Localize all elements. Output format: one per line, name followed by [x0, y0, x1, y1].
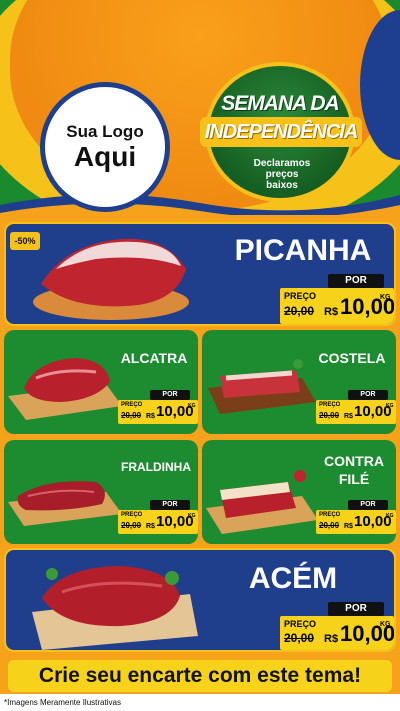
cta-banner[interactable]: Crie seu encarte com este tema!: [8, 660, 392, 692]
unit: KG: [380, 621, 391, 628]
preco-label: PREÇO: [319, 512, 341, 518]
costela-image: [208, 359, 316, 414]
preco-label: PREÇO: [121, 512, 143, 518]
footer-disclaimer: *Imagens Meramente Ilustrativas: [0, 694, 400, 711]
product-name-line1: CONTRA: [324, 453, 384, 469]
product-card-fraldinha[interactable]: FRALDINHA POR PREÇO 20,00 R$ 10,00 KG: [4, 440, 198, 544]
old-price: 20,00: [319, 411, 340, 420]
product-card-picanha[interactable]: PICANHA POR PREÇO 20,00 R$ 10,00 KG: [4, 222, 396, 326]
product-name: ALCATRA: [120, 350, 188, 366]
old-price: 20,00: [319, 521, 340, 530]
product-card-costela[interactable]: COSTELA POR PREÇO 20,00 R$ 10,00 KG: [202, 330, 396, 434]
acem-image: [32, 566, 198, 650]
product-name: PICANHA: [234, 234, 372, 267]
unit: KG: [188, 403, 196, 409]
por-label: POR: [150, 500, 190, 510]
currency: R$: [146, 523, 155, 530]
alcatra-image: [8, 358, 122, 420]
discount-badge: -50%: [10, 232, 40, 250]
currency: R$: [324, 633, 339, 645]
unit: KG: [188, 513, 196, 519]
product-name: CONTRA FILÉ: [314, 452, 394, 488]
product-name-line2: FILÉ: [338, 471, 370, 487]
product-name: ACÉM: [248, 562, 338, 595]
old-price: 20,00: [284, 631, 315, 645]
por-label: POR: [348, 390, 388, 400]
old-price: 20,00: [284, 304, 315, 318]
preco-label: PREÇO: [121, 402, 143, 408]
old-price: 20,00: [121, 521, 142, 530]
logo-text-line2: Aqui: [73, 141, 137, 172]
product-card-alcatra[interactable]: ALCATRA POR PREÇO 20,00 R$ 10,00 KG: [4, 330, 198, 434]
badge-subtitle: Declaramos preços baixos: [253, 158, 311, 191]
fraldinha-image: [8, 481, 122, 526]
store-logo-placeholder[interactable]: Sua Logo Aqui: [40, 82, 170, 212]
por-label: POR: [348, 500, 388, 510]
currency: R$: [344, 413, 353, 420]
badge-title-line2: INDEPENDÊNCIA: [200, 117, 362, 147]
currency: R$: [146, 413, 155, 420]
product-name: FRALDINHA: [121, 460, 191, 474]
unit: KG: [386, 403, 394, 409]
unit: KG: [386, 513, 394, 519]
por-label: POR: [150, 390, 190, 400]
product-card-acem[interactable]: ACÉM POR PREÇO 20,00 R$ 10,00 KG: [4, 548, 396, 652]
por-label: POR: [328, 274, 384, 288]
por-label: POR: [328, 602, 384, 616]
currency: R$: [324, 306, 339, 318]
unit: KG: [380, 294, 391, 301]
preco-label: PREÇO: [319, 402, 341, 408]
old-price: 20,00: [121, 411, 142, 420]
badge-title-line1: SEMANA DA: [221, 92, 339, 115]
product-name: COSTELA: [318, 350, 386, 366]
preco-label: PREÇO: [284, 291, 317, 301]
contra-file-image: [206, 470, 318, 534]
currency: R$: [344, 523, 353, 530]
product-card-contra-file[interactable]: CONTRA FILÉ POR PREÇO 20,00 R$ 10,00 KG: [202, 440, 396, 544]
preco-label: PREÇO: [284, 619, 317, 629]
picanha-image: [33, 238, 189, 320]
logo-text-line1: Sua Logo: [66, 122, 144, 141]
